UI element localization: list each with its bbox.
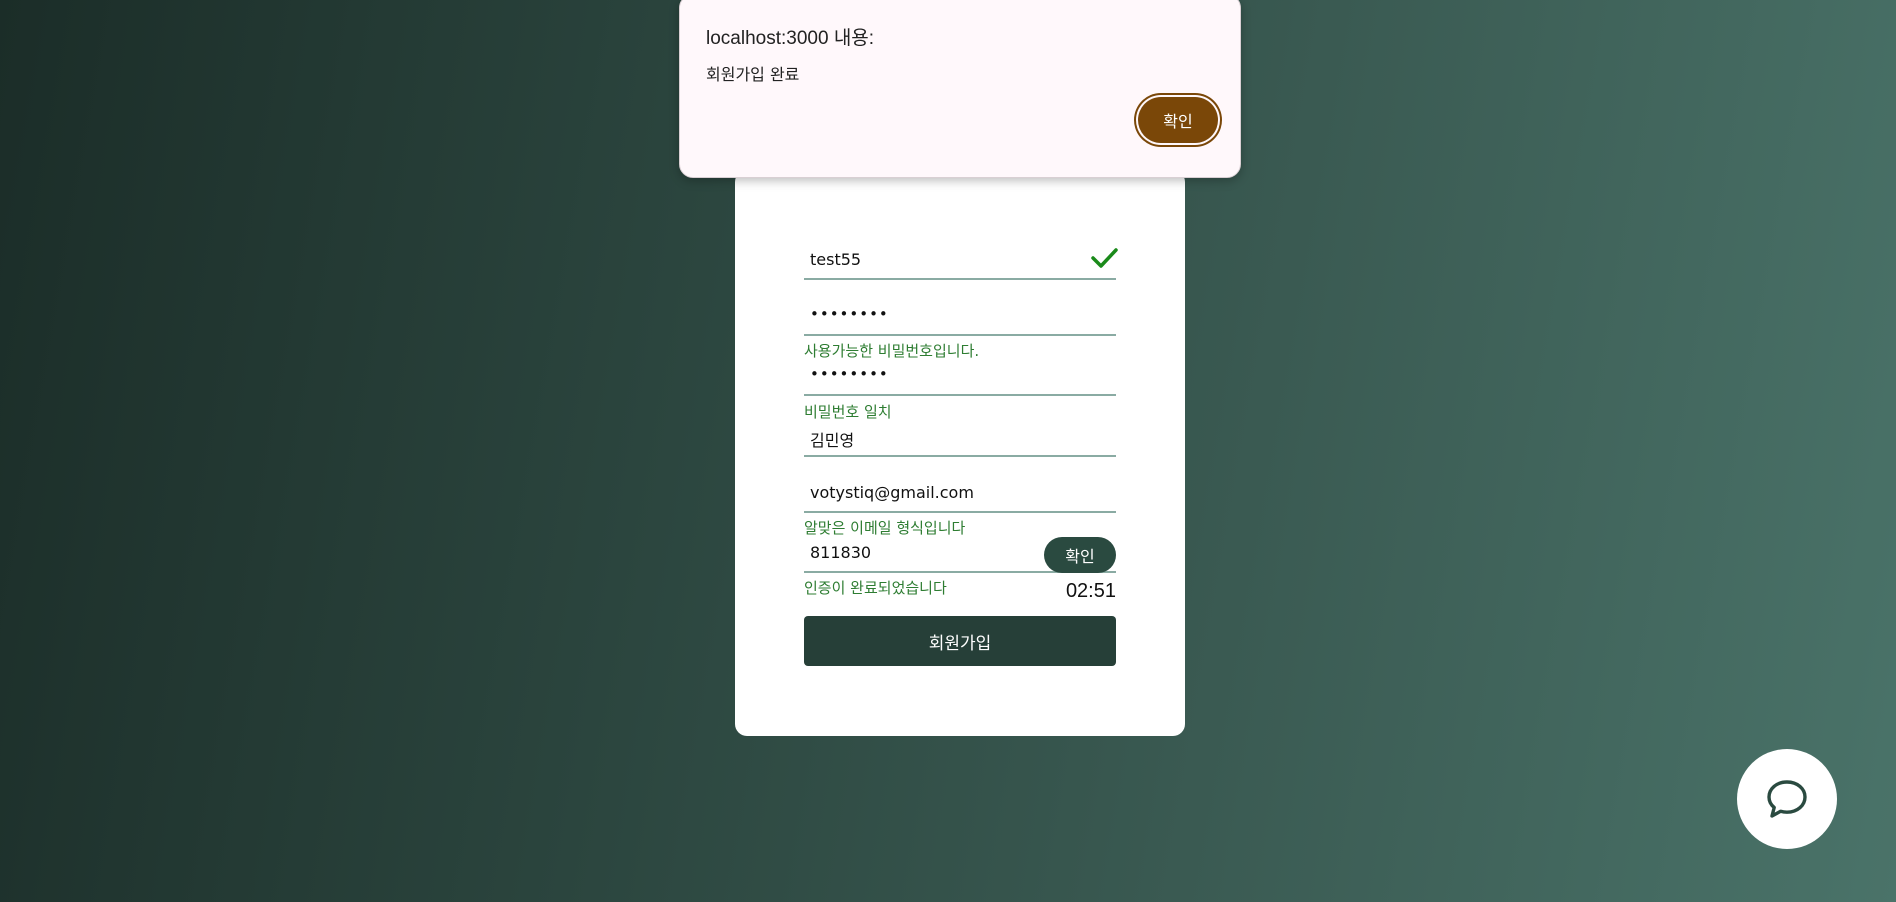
name-field[interactable]: 김민영 <box>804 425 1116 457</box>
name-value: 김민영 <box>810 431 855 450</box>
alert-dialog: localhost:3000 내용: 회원가입 완료 확인 <box>679 0 1241 178</box>
signup-card: test55 •••••••• 사용가능한 비밀번호입니다. •••••••• … <box>735 170 1185 736</box>
dialog-title: localhost:3000 내용: <box>706 28 875 49</box>
password-confirm-value: •••••••• <box>810 365 889 383</box>
password-confirm-field[interactable]: •••••••• <box>804 364 1116 396</box>
dialog-message: 회원가입 완료 <box>706 65 800 84</box>
email-hint: 알맞은 이메일 형식입니다 <box>804 519 966 537</box>
verify-button[interactable]: 확인 <box>1044 537 1116 573</box>
chat-bubble-icon <box>1767 780 1807 818</box>
password-field[interactable]: •••••••• <box>804 304 1116 336</box>
check-icon <box>1091 248 1118 268</box>
verification-timer: 02:51 <box>1065 580 1116 602</box>
verification-code-field[interactable]: 811830 확인 <box>804 537 1116 573</box>
chat-button[interactable] <box>1737 749 1837 849</box>
email-value: votystiq@gmail.com <box>810 483 974 502</box>
password-hint: 사용가능한 비밀번호입니다. <box>804 342 980 360</box>
password-confirm-hint: 비밀번호 일치 <box>804 403 892 421</box>
username-value: test55 <box>810 250 862 269</box>
email-field[interactable]: votystiq@gmail.com <box>804 481 1116 513</box>
dialog-ok-button[interactable]: 확인 <box>1138 97 1218 143</box>
username-field[interactable]: test55 <box>804 248 1118 280</box>
password-value: •••••••• <box>810 305 889 323</box>
signup-button[interactable]: 회원가입 <box>804 616 1116 666</box>
verification-hint: 인증이 완료되었습니다 <box>804 579 947 597</box>
verification-code-value: 811830 <box>810 543 872 562</box>
